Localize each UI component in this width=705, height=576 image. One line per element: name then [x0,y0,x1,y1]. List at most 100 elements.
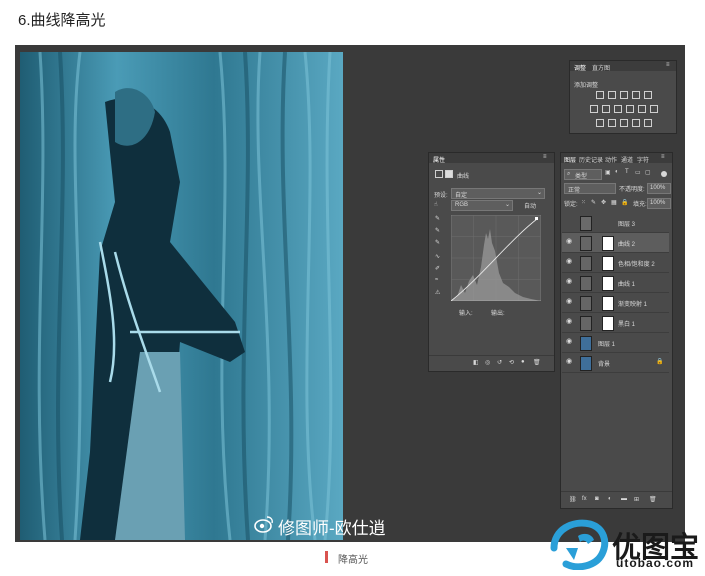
curve-point-icon[interactable]: ∿ [435,253,440,260]
eye-icon[interactable]: ◉ [566,297,572,305]
layer-mask-thumbnail[interactable] [602,316,614,331]
eyedropper-gray-icon[interactable]: ✎ [435,227,440,234]
layer-name[interactable]: 黑白 1 [618,319,635,328]
panel-menu-icon[interactable]: ≡ [666,62,670,68]
filter-adjustment-icon[interactable]: ◐ [615,169,619,175]
layer-row[interactable]: ◉ 曲线 1 [562,273,669,293]
layer-row[interactable]: ◉ 黑白 1 [562,313,669,333]
layer-row[interactable]: ◉ 背景 🔒 [562,353,669,373]
vibrance-icon[interactable] [644,91,652,99]
layer-name[interactable]: 曲线 2 [618,239,635,248]
eye-icon[interactable]: ◉ [566,357,572,365]
curve-graph[interactable] [451,215,541,301]
layer-mask-thumbnail[interactable] [602,276,614,291]
layer-row[interactable]: ◉ 渐变映射 1 [562,293,669,313]
channel-mixer-icon[interactable] [638,105,646,113]
undo-icon[interactable]: ↺ [497,359,502,366]
brightness-icon[interactable] [596,91,604,99]
layer-mask-thumbnail[interactable] [602,256,614,271]
layer-mask-thumbnail[interactable] [602,236,614,251]
eye-icon[interactable]: ◉ [566,277,572,285]
curves-icon[interactable] [620,91,628,99]
layer-style-icon[interactable]: fx [582,496,587,502]
layer-name[interactable]: 图层 3 [618,219,635,228]
layer-name[interactable]: 图层 1 [598,339,615,348]
mask-icon[interactable] [445,170,453,178]
watermark-text: 修图师-欧仕逍 [278,519,386,538]
layer-name[interactable]: 色相/饱和度 2 [618,259,655,268]
reset-icon[interactable]: ⟲ [509,359,514,366]
auto-button[interactable]: 自动 [524,201,536,210]
filter-toggle-icon[interactable] [661,171,667,177]
selective-color-icon[interactable] [644,119,652,127]
clipping-icon[interactable]: ⚠ [435,289,440,296]
trash-icon[interactable]: 🗑 [533,359,541,366]
new-layer-icon[interactable]: ⊞ [634,496,639,503]
link-layers-icon[interactable]: ⛓ [569,496,577,503]
hue-icon[interactable] [590,105,598,113]
new-group-icon[interactable]: ▬ [621,496,627,502]
kind-filter-select[interactable]: ⌕ 类型 [564,169,602,180]
layer-name[interactable]: 背景 [598,359,610,368]
filter-shape-icon[interactable]: ▭ [635,169,641,176]
lock-pixels-icon[interactable]: ⁙ [581,199,586,206]
preset-select[interactable]: 自定 ⌄ [451,188,545,199]
layer-row[interactable]: 图层 3 [562,213,669,233]
lock-position-icon[interactable]: ✥ [601,199,606,206]
layers-menu-icon[interactable]: ≡ [661,154,665,160]
tab-actions[interactable]: 动作 [605,155,617,164]
photo-filter-icon[interactable] [626,105,634,113]
layer-row[interactable]: ◉ 色相/饱和度 2 [562,253,669,273]
color-balance-icon[interactable] [602,105,610,113]
properties-menu-icon[interactable]: ≡ [543,154,547,160]
blend-mode-select[interactable]: 正常 [564,183,616,194]
layer-name[interactable]: 曲线 1 [618,279,635,288]
levels-icon[interactable] [608,91,616,99]
tab-character[interactable]: 字符 [637,155,649,164]
eye-icon[interactable]: ◉ [566,237,572,245]
new-adjustment-icon[interactable]: ◐ [608,496,612,502]
clip-to-layer-icon[interactable]: ◧ [473,359,479,366]
eye-icon[interactable]: ◉ [566,317,572,325]
eye-icon[interactable]: ◉ [566,337,572,345]
targeted-adjustment-icon[interactable]: ☝ [434,201,438,208]
layer-mask-thumbnail[interactable] [602,296,614,311]
tab-adjustments[interactable]: 调整 [574,63,586,72]
filter-type-icon[interactable]: T [625,169,629,175]
weibo-icon [254,515,274,533]
black-white-icon[interactable] [614,105,622,113]
filter-pixel-icon[interactable]: ▣ [605,169,611,176]
view-previous-icon[interactable]: ◎ [485,359,490,366]
eye-icon[interactable]: ◉ [566,257,572,265]
opacity-input[interactable]: 100% [647,183,671,194]
smooth-icon[interactable]: ≈ [435,277,438,283]
lock-paint-icon[interactable]: ✎ [591,199,596,206]
fill-input[interactable]: 100% [647,198,671,209]
layer-name[interactable]: 渐变映射 1 [618,299,647,308]
tab-channels[interactable]: 通道 [621,155,633,164]
tab-histogram[interactable]: 直方图 [592,63,610,72]
filter-smart-icon[interactable]: ▢ [645,169,651,176]
invert-icon[interactable] [596,119,604,127]
posterize-icon[interactable] [608,119,616,127]
channel-select[interactable]: RGB ⌄ [451,200,513,211]
color-lookup-icon[interactable] [650,105,658,113]
eyedropper-white-icon[interactable]: ✎ [435,239,440,246]
layer-row[interactable]: ◉ 图层 1 [562,333,669,353]
add-mask-icon[interactable]: ◙ [595,496,599,502]
gradient-map-icon[interactable] [632,119,640,127]
curves-adjustment-icon [580,276,592,291]
visibility-icon[interactable]: ● [521,359,525,365]
tab-layers[interactable]: 图层 [564,155,576,164]
trash-icon[interactable]: 🗑 [649,496,657,503]
exposure-icon[interactable] [632,91,640,99]
lock-artboard-icon[interactable]: ▦ [611,199,617,206]
caption-marker [325,551,328,563]
layer-thumbnail [580,216,592,231]
pencil-icon[interactable]: ✐ [435,265,440,272]
eyedropper-black-icon[interactable]: ✎ [435,215,440,222]
layer-row[interactable]: ◉ 曲线 2 [562,233,669,253]
lock-all-icon[interactable]: 🔒 [621,199,628,206]
threshold-icon[interactable] [620,119,628,127]
tab-history[interactable]: 历史记录 [579,155,603,164]
